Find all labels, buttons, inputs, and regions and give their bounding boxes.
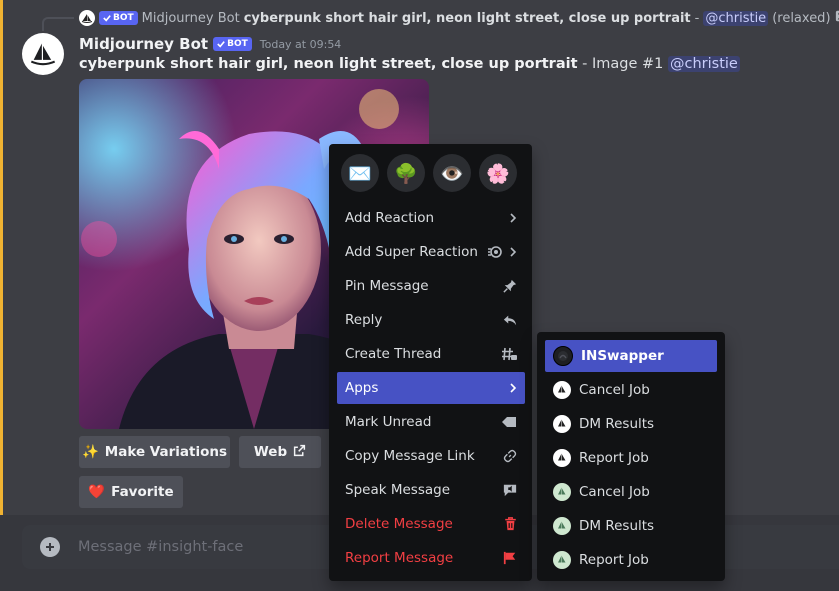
app-item-inswapper[interactable]: INSwapper <box>545 340 717 372</box>
external-link-icon <box>293 444 306 461</box>
timestamp: Today at 09:54 <box>259 37 342 51</box>
apps-submenu: INSwapper Cancel Job DM Results Report J… <box>537 332 725 581</box>
menu-item-icons <box>487 245 517 259</box>
bot-tag-label: BOT <box>227 39 248 49</box>
app-item-label: Report Job <box>579 552 649 568</box>
app-item-report-job[interactable]: Report Job <box>545 442 717 474</box>
reply-prompt[interactable]: cyberpunk short hair girl, neon light st… <box>244 11 691 26</box>
app-item-cancel-job[interactable]: Cancel Job <box>545 374 717 406</box>
app-item-label: DM Results <box>579 416 655 432</box>
menu-item-reply[interactable]: Reply <box>337 304 525 336</box>
favorite-button[interactable]: ❤️ Favorite <box>79 476 183 508</box>
midjourney-app-icon <box>553 449 571 467</box>
message-content: cyberpunk short hair girl, neon light st… <box>79 56 740 72</box>
app-item-label: INSwapper <box>581 348 664 364</box>
menu-item-label: Speak Message <box>345 482 450 498</box>
pin-icon <box>503 279 517 293</box>
message-context-menu: ✉️ 🌳 👁️ 🌸 Add Reaction Add Super Reactio… <box>329 144 532 581</box>
menu-item-label: Mark Unread <box>345 414 432 430</box>
reply-mention[interactable]: @christie <box>703 10 769 26</box>
quick-reaction-envelope[interactable]: ✉️ <box>341 154 379 192</box>
menu-item-label: Report Message <box>345 550 454 566</box>
niji-app-icon <box>553 551 571 569</box>
menu-item-label: Copy Message Link <box>345 448 475 464</box>
unread-flag-icon <box>501 415 517 429</box>
app-item-cancel-job-niji[interactable]: Cancel Job <box>545 476 717 508</box>
menu-item-report-message[interactable]: Report Message <box>337 542 525 574</box>
menu-item-label: Pin Message <box>345 278 429 294</box>
web-button[interactable]: Web <box>239 436 321 468</box>
reply-mode: (relaxed) <box>772 10 831 26</box>
app-item-label: DM Results <box>579 518 655 534</box>
menu-item-label: Create Thread <box>345 346 442 362</box>
image-attachment-icon <box>835 9 839 27</box>
bot-tag: BOT <box>213 37 252 51</box>
app-item-dm-results-niji[interactable]: DM Results <box>545 510 717 542</box>
heart-icon: ❤️ <box>88 484 106 500</box>
menu-item-pin-message[interactable]: Pin Message <box>337 270 525 302</box>
menu-item-create-thread[interactable]: Create Thread <box>337 338 525 370</box>
username[interactable]: Midjourney Bot <box>79 35 208 53</box>
reply-connector <box>42 17 74 31</box>
niji-app-icon <box>553 517 571 535</box>
quick-reaction-eye[interactable]: 👁️ <box>433 154 471 192</box>
favorite-label: Favorite <box>111 484 174 500</box>
quick-reaction-blossom[interactable]: 🌸 <box>479 154 517 192</box>
web-label: Web <box>253 444 288 460</box>
super-reaction-icon <box>487 245 503 259</box>
menu-item-label: Add Super Reaction <box>345 244 478 260</box>
menu-item-copy-message-link[interactable]: Copy Message Link <box>337 440 525 472</box>
bot-avatar[interactable] <box>22 33 64 75</box>
message-prompt: cyberpunk short hair girl, neon light st… <box>79 56 578 72</box>
quick-reactions: ✉️ 🌳 👁️ 🌸 <box>341 154 517 192</box>
chevron-right-icon <box>509 383 517 393</box>
reply-bot-name[interactable]: Midjourney Bot <box>142 11 240 26</box>
menu-item-add-reaction[interactable]: Add Reaction <box>337 202 525 234</box>
reply-bot-tag-label: BOT <box>113 13 134 23</box>
reply-bot-tag: BOT <box>99 11 138 25</box>
make-variations-label: Make Variations <box>104 444 228 460</box>
menu-item-delete-message[interactable]: Delete Message <box>337 508 525 540</box>
thread-icon <box>501 347 517 361</box>
reply-reference[interactable]: BOT Midjourney Bot cyberpunk short hair … <box>79 9 839 27</box>
sparkles-icon: ✨ <box>81 444 99 460</box>
menu-item-mark-unread[interactable]: Mark Unread <box>337 406 525 438</box>
mention-highlight-bar <box>0 0 3 515</box>
message-header: Midjourney Bot BOT Today at 09:54 <box>79 35 341 53</box>
app-item-report-job-niji[interactable]: Report Job <box>545 544 717 576</box>
menu-item-apps[interactable]: Apps <box>337 372 525 404</box>
midjourney-app-icon <box>553 381 571 399</box>
app-item-label: Cancel Job <box>579 484 650 500</box>
app-item-label: Report Job <box>579 450 649 466</box>
quick-reaction-tree[interactable]: 🌳 <box>387 154 425 192</box>
menu-item-label: Delete Message <box>345 516 453 532</box>
message-mention[interactable]: @christie <box>667 56 740 72</box>
chevron-right-icon <box>509 213 517 223</box>
speak-icon <box>503 483 517 497</box>
reply-avatar[interactable] <box>79 10 95 26</box>
make-variations-button[interactable]: ✨ Make Variations <box>79 436 230 468</box>
trash-icon <box>504 517 517 531</box>
inswapper-avatar <box>553 346 573 366</box>
message-suffix: - Image #1 <box>577 56 668 72</box>
message-input[interactable]: Message #insight-face <box>78 539 243 555</box>
app-item-label: Cancel Job <box>579 382 650 398</box>
chevron-right-icon <box>509 247 517 257</box>
add-attachment-icon[interactable] <box>40 537 60 557</box>
reply-separator: - <box>694 10 700 26</box>
flag-icon <box>503 551 517 565</box>
menu-item-speak-message[interactable]: Speak Message <box>337 474 525 506</box>
menu-item-label: Apps <box>345 380 379 396</box>
link-icon <box>503 449 517 463</box>
app-item-dm-results[interactable]: DM Results <box>545 408 717 440</box>
niji-app-icon <box>553 483 571 501</box>
menu-item-label: Reply <box>345 312 383 328</box>
menu-item-add-super-reaction[interactable]: Add Super Reaction <box>337 236 525 268</box>
midjourney-app-icon <box>553 415 571 433</box>
menu-item-label: Add Reaction <box>345 210 435 226</box>
reply-icon <box>503 313 517 327</box>
